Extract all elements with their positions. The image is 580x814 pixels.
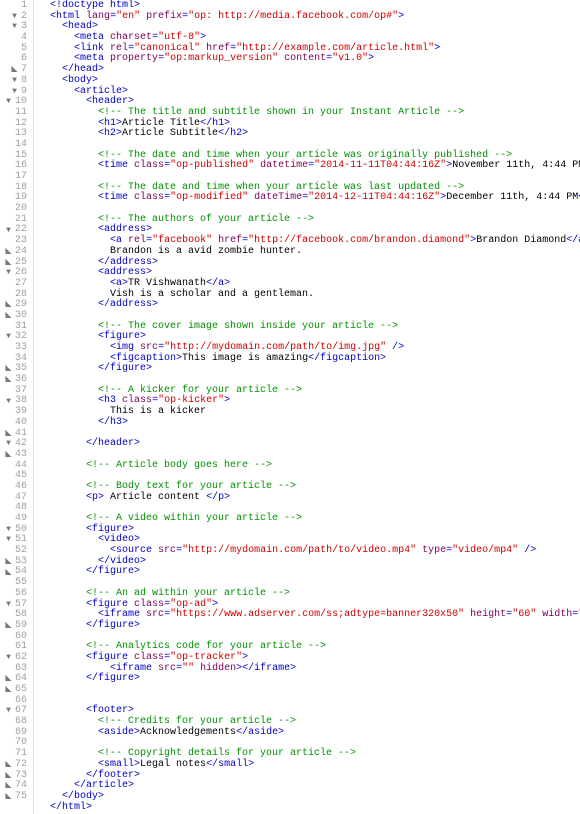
code-line[interactable]: <p> Article content </p> bbox=[38, 493, 576, 504]
code-line[interactable]: <time class="op-modified" dateTime="2014… bbox=[38, 193, 576, 204]
code-line[interactable]: </header> bbox=[38, 439, 576, 450]
code-editor-area[interactable]: <!doctype html> <html lang="en" prefix="… bbox=[34, 0, 580, 814]
line-number[interactable]: 11 bbox=[4, 108, 27, 119]
line-number[interactable]: ▼8 bbox=[4, 76, 27, 87]
code-line[interactable]: <html lang="en" prefix="op: http://media… bbox=[38, 12, 576, 23]
code-line[interactable]: <!-- Article body goes here --> bbox=[38, 461, 576, 472]
line-number[interactable]: ◣72 bbox=[4, 760, 27, 771]
code-line[interactable]: </head> bbox=[38, 65, 576, 76]
line-number[interactable]: 40 bbox=[4, 418, 27, 429]
code-line[interactable]: </figure> bbox=[38, 674, 576, 685]
line-number-gutter: 1▼2▼3456◣7▼8▼9▼101112131415161718192021▼… bbox=[0, 0, 34, 814]
code-line[interactable]: </h3> bbox=[38, 418, 576, 429]
code-line[interactable]: </address> bbox=[38, 300, 576, 311]
code-line[interactable]: <time class="op-published" datetime="201… bbox=[38, 161, 576, 172]
code-line[interactable]: </figure> bbox=[38, 364, 576, 375]
code-line[interactable]: <h2>Article Subtitle</h2> bbox=[38, 129, 576, 140]
line-number[interactable]: ◣43 bbox=[4, 450, 27, 461]
code-line[interactable]: </body> bbox=[38, 792, 576, 803]
line-number[interactable]: 27 bbox=[4, 279, 27, 290]
code-line[interactable]: </figure> bbox=[38, 621, 576, 632]
line-number[interactable]: ◣59 bbox=[4, 621, 27, 632]
code-line[interactable]: </figure> bbox=[38, 567, 576, 578]
code-line[interactable]: <meta property="op:markup_version" conte… bbox=[38, 54, 576, 65]
code-line[interactable]: </article> bbox=[38, 781, 576, 792]
code-line[interactable] bbox=[38, 685, 576, 696]
code-line[interactable]: <aside>Acknowledgements</aside> bbox=[38, 728, 576, 739]
line-number[interactable]: 56 bbox=[4, 589, 27, 600]
line-number[interactable]: ◣24 bbox=[4, 247, 27, 258]
code-line[interactable]: </html> bbox=[38, 803, 576, 814]
line-number[interactable]: ◣75 bbox=[4, 792, 27, 803]
